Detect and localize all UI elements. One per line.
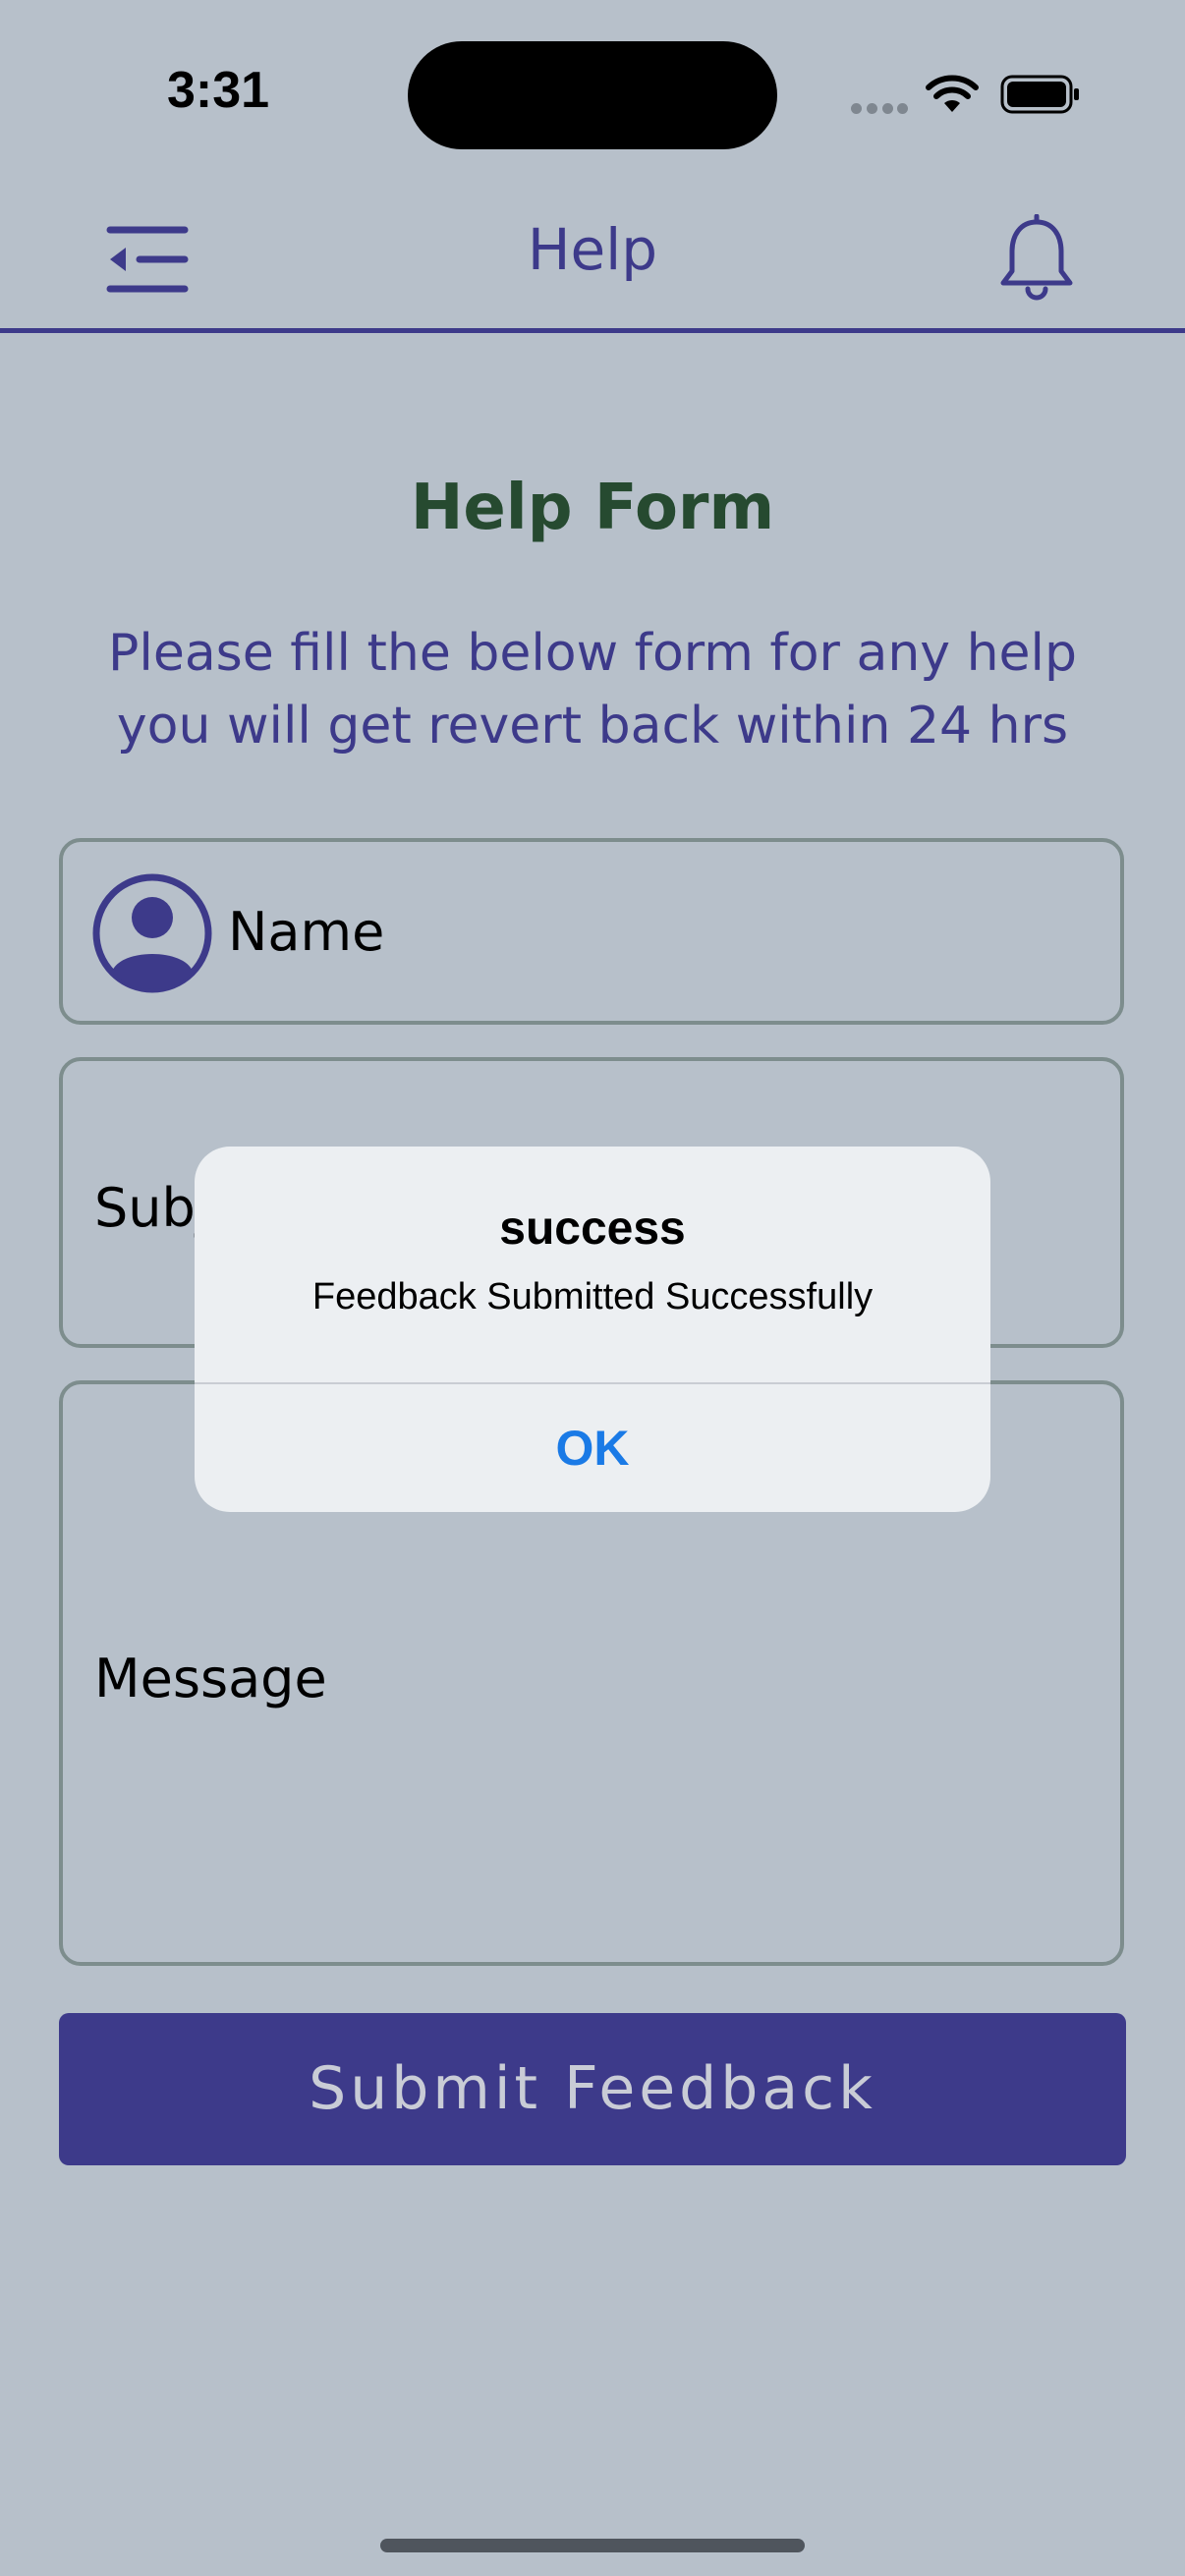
success-alert-dialog: success Feedback Submitted Successfully … [195, 1147, 990, 1512]
name-placeholder: Name [228, 901, 385, 963]
dynamic-island [408, 41, 777, 149]
message-placeholder: Message [94, 1648, 327, 1709]
subject-placeholder: Subj [94, 1177, 210, 1239]
status-time: 3:31 [167, 62, 270, 119]
alert-title: success [499, 1203, 686, 1255]
form-title: Help Form [410, 472, 775, 544]
header-divider [0, 328, 1185, 333]
cellular-icon [851, 103, 908, 114]
subtitle-line-1: Please fill the below form for any help [108, 624, 1077, 683]
home-indicator[interactable] [380, 2539, 805, 2552]
bell-icon[interactable] [998, 214, 1075, 305]
submit-feedback-button[interactable]: Submit Feedback [59, 2013, 1126, 2165]
wifi-icon [926, 75, 979, 112]
alert-ok-button[interactable]: OK [195, 1384, 990, 1512]
help-screen: 3:31 Help Help Form Please fill the belo… [0, 0, 1185, 2576]
alert-message: Feedback Submitted Successfully [311, 1276, 874, 1317]
battery-icon [1000, 75, 1079, 114]
subtitle-line-2: you will get revert back within 24 hrs [116, 697, 1069, 756]
name-field[interactable]: Name [59, 838, 1124, 1025]
form-subtitle: Please fill the below form for any help … [69, 617, 1116, 762]
app-header: Help [0, 187, 1185, 332]
user-avatar-icon [92, 873, 212, 993]
